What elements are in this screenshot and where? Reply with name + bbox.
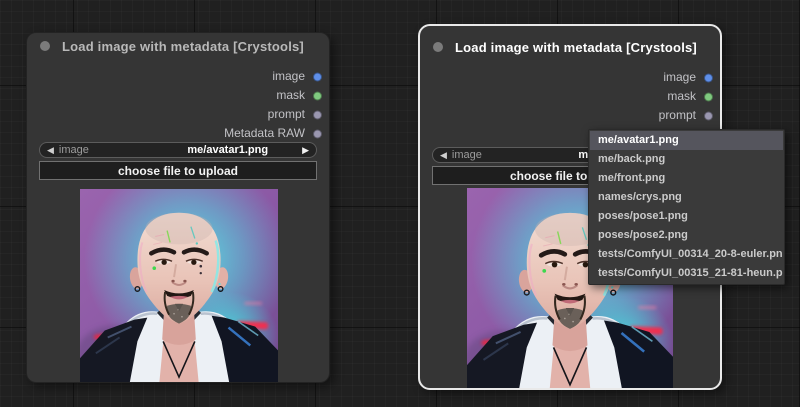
output-label: Metadata RAW <box>224 126 305 140</box>
file-dropdown: me/avatar1.png me/back.png me/front.png … <box>588 129 785 285</box>
output-row-mask: mask <box>27 86 329 105</box>
combo-value: me/avatar1.png <box>89 144 268 156</box>
collapse-dot-icon[interactable] <box>40 41 50 51</box>
output-row-prompt: prompt <box>420 106 720 125</box>
dropdown-item-avatar1[interactable]: me/avatar1.png <box>590 131 783 150</box>
dropdown-item-back[interactable]: me/back.png <box>590 150 783 169</box>
dropdown-item-front[interactable]: me/front.png <box>590 169 783 188</box>
output-row-image: image <box>420 68 720 87</box>
collapse-dot-icon[interactable] <box>433 42 443 52</box>
output-label: image <box>663 70 696 84</box>
output-slots: image mask prompt Metadata RAW <box>27 67 329 143</box>
output-slot-prompt-icon[interactable] <box>313 110 322 119</box>
node-title-bar: Load image with metadata [Crystools] <box>27 33 329 59</box>
output-label: mask <box>667 89 696 103</box>
output-slot-mask-icon[interactable] <box>704 92 713 101</box>
image-combo-widget[interactable]: ◀ image me/avatar1.png ▶ <box>39 142 317 158</box>
output-slot-prompt-icon[interactable] <box>704 111 713 120</box>
output-slot-image-icon[interactable] <box>704 73 713 82</box>
dropdown-item-crys[interactable]: names/crys.png <box>590 188 783 207</box>
output-row-image: image <box>27 67 329 86</box>
output-label: prompt <box>659 108 696 122</box>
portrait-artwork <box>80 189 278 383</box>
node-editor-canvas[interactable]: Load image with metadata [Crystools] ima… <box>0 0 800 407</box>
output-slot-mask-icon[interactable] <box>313 91 322 100</box>
dropdown-item-pose2[interactable]: poses/pose2.png <box>590 226 783 245</box>
output-row-metadata-raw: Metadata RAW <box>27 124 329 143</box>
choose-file-button[interactable]: choose file to upload <box>39 161 317 180</box>
image-preview <box>80 189 278 383</box>
combo-prev-icon[interactable]: ◀ <box>440 151 447 160</box>
node-title-bar: Load image with metadata [Crystools] <box>420 34 720 60</box>
output-label: mask <box>276 88 305 102</box>
combo-label: image <box>452 149 482 161</box>
output-row-mask: mask <box>420 87 720 106</box>
dropdown-item-comfyui-00314[interactable]: tests/ComfyUI_00314_20-8-euler.png <box>590 245 783 264</box>
node-load-image-left[interactable]: Load image with metadata [Crystools] ima… <box>26 32 330 383</box>
combo-label: image <box>59 144 89 156</box>
dropdown-item-comfyui-00315[interactable]: tests/ComfyUI_00315_21-81-heun.png <box>590 264 783 283</box>
output-row-prompt: prompt <box>27 105 329 124</box>
output-label: image <box>272 69 305 83</box>
output-label: prompt <box>268 107 305 121</box>
node-title: Load image with metadata [Crystools] <box>455 40 697 55</box>
dropdown-item-pose1[interactable]: poses/pose1.png <box>590 207 783 226</box>
output-slot-image-icon[interactable] <box>313 72 322 81</box>
node-title: Load image with metadata [Crystools] <box>62 39 304 54</box>
combo-next-icon[interactable]: ▶ <box>302 146 309 155</box>
combo-prev-icon[interactable]: ◀ <box>47 146 54 155</box>
output-slot-metadata-raw-icon[interactable] <box>313 129 322 138</box>
